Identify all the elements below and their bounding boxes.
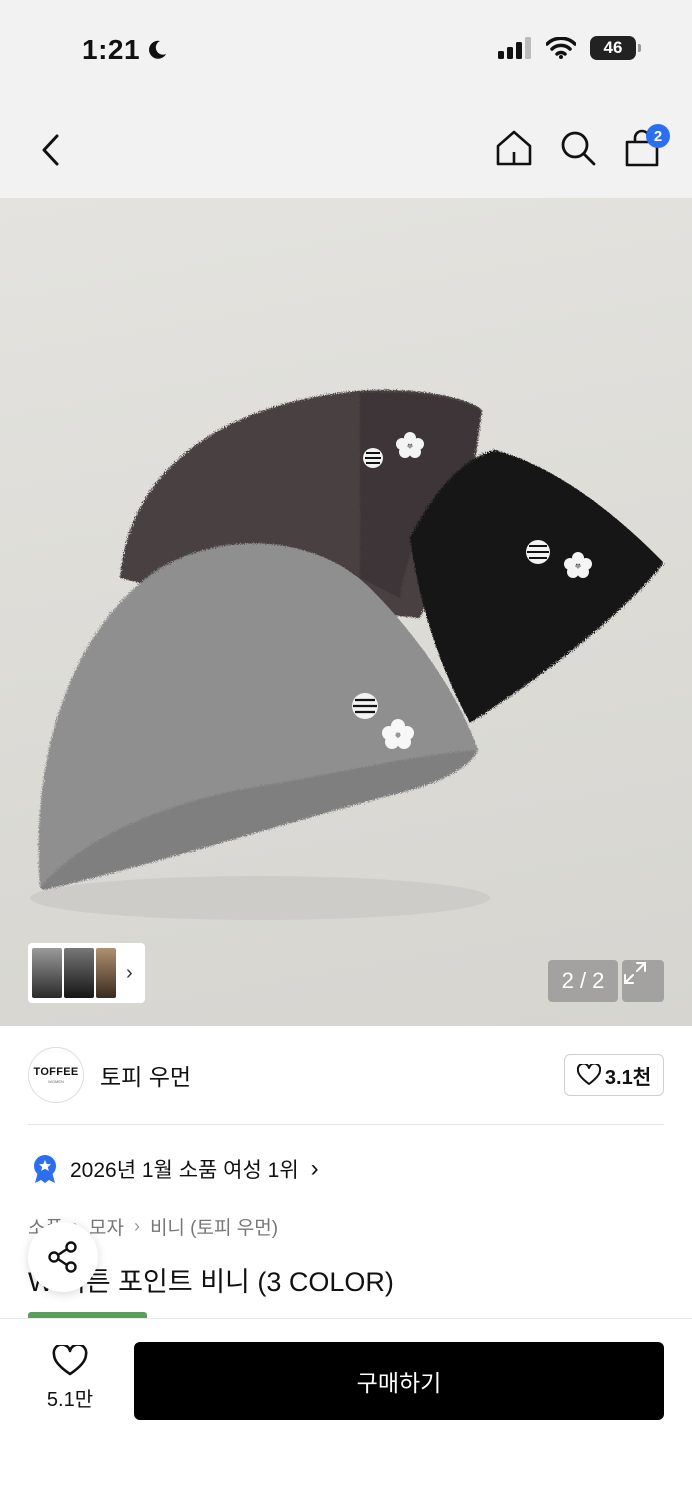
brand-name[interactable]: 토피 우먼: [100, 1058, 191, 1092]
brand-logo[interactable]: TOFFEE WOMEN: [28, 1047, 84, 1103]
brand-logo-text: TOFFEE: [33, 1066, 79, 1078]
expand-icon: [624, 962, 646, 984]
ranking-text: 2026년 1월 소품 여성 1위: [70, 1159, 299, 1182]
status-time: 1:21: [82, 34, 168, 66]
search-icon: [561, 131, 596, 166]
nav-bar: 2: [0, 100, 692, 198]
look-thumbnails[interactable]: ›: [28, 943, 145, 1003]
thumbnail-image: [64, 948, 94, 998]
wishlist-button[interactable]: 5.1만: [40, 1345, 100, 1412]
breadcrumb-item[interactable]: 모자: [89, 1213, 124, 1240]
image-page-indicator: 2 / 2: [548, 960, 618, 1002]
product-photo: [30, 389, 664, 920]
battery-level: 46: [603, 38, 623, 57]
battery-icon: 46: [590, 36, 641, 60]
bottom-action-bar: 5.1만 구매하기: [0, 1318, 692, 1500]
heart-icon: [576, 1064, 601, 1085]
share-icon: [48, 1241, 77, 1273]
home-button[interactable]: [494, 128, 534, 168]
brand-logo-subtext: WOMEN: [48, 1079, 64, 1084]
home-icon: [496, 130, 532, 166]
nav-actions: 2: [494, 124, 670, 168]
back-button[interactable]: [30, 130, 70, 170]
share-button[interactable]: [28, 1222, 98, 1292]
thumbnail-image: [96, 948, 116, 998]
product-image-carousel[interactable]: › 2 / 2: [0, 198, 692, 1026]
cart-button[interactable]: 2: [622, 124, 670, 168]
clock-text: 1:21: [82, 34, 141, 65]
chevron-right-icon: ›: [126, 961, 133, 984]
expand-image-button[interactable]: [622, 960, 664, 1002]
wishlist-count: 5.1만: [46, 1389, 94, 1411]
thumbnail-image: [32, 948, 62, 998]
breadcrumb-separator: ›: [133, 1216, 140, 1236]
buy-button[interactable]: 구매하기: [134, 1342, 664, 1420]
signal-icon: [498, 37, 531, 59]
brand-row: TOFFEE WOMEN 토피 우먼 3.1천: [28, 1046, 664, 1104]
wifi-icon: [546, 37, 576, 59]
brand-like-button[interactable]: 3.1천: [564, 1054, 664, 1096]
ranking-badge-icon: [34, 1155, 56, 1183]
status-indicators: 46: [498, 36, 641, 60]
breadcrumb-item[interactable]: 비니 (토피 우먼): [150, 1213, 278, 1240]
chevron-left-icon: [42, 134, 59, 166]
ranking-link[interactable]: 2026년 1월 소품 여성 1위 ›: [32, 1154, 319, 1184]
status-bar: 1:21 46: [0, 0, 692, 100]
divider: [28, 1124, 664, 1125]
search-button[interactable]: [558, 128, 598, 168]
brand-like-count: 3.1천: [604, 1066, 652, 1089]
moon-icon: [149, 40, 167, 59]
cart-count-badge: 2: [646, 124, 670, 148]
heart-icon: [52, 1345, 88, 1376]
chevron-right-icon: ›: [310, 1155, 319, 1182]
